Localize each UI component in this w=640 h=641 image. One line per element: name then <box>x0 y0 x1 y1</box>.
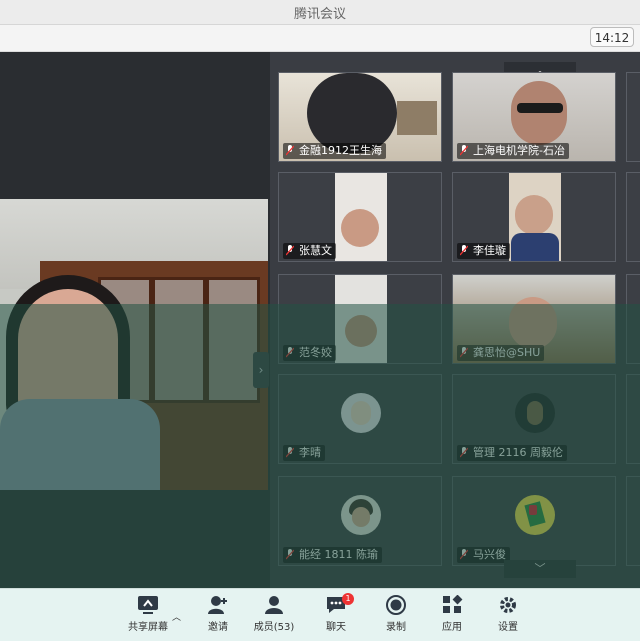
participant-name: 范冬姣 <box>299 346 332 359</box>
gallery-scroll-down-button[interactable]: ﹀ <box>504 560 576 578</box>
members-label: 成员(53) <box>253 622 295 633</box>
partial-participant-tile[interactable] <box>626 274 640 364</box>
chat-unread-badge: 1 <box>342 593 354 605</box>
record-icon <box>386 595 406 615</box>
participant-tile[interactable]: 上海电机学院-石冶 <box>452 72 616 162</box>
participant-tile[interactable]: 张慧文 <box>278 172 442 262</box>
title-bar: 腾讯会议 <box>0 0 640 25</box>
mic-muted-icon <box>460 347 468 358</box>
participant-name-label: 马兴俊 <box>457 547 510 563</box>
participant-figure <box>307 73 397 153</box>
partial-participant-tile[interactable] <box>626 72 640 162</box>
invite-icon <box>208 596 227 614</box>
main-speaker-video[interactable] <box>0 199 268 490</box>
share-screen-label: 共享屏幕 <box>128 622 168 633</box>
partial-participant-tile[interactable] <box>626 172 640 262</box>
gear-icon <box>500 597 516 613</box>
participant-figure <box>341 209 379 247</box>
meeting-toolbar: 共享屏幕 邀请 成员(53) 1 聊天 录制 应用 设置 <box>0 588 640 641</box>
participant-name: 上海电机学院-石冶 <box>473 144 565 157</box>
record-button[interactable]: 录制 <box>366 595 426 639</box>
participant-name: 龚思怡@SHU <box>473 346 541 359</box>
participant-name: 李佳璇 <box>473 244 506 257</box>
participant-name-label: 龚思怡@SHU <box>457 345 545 361</box>
mic-muted-icon <box>286 347 294 358</box>
collapse-gallery-button[interactable]: › <box>253 352 269 388</box>
share-options-caret[interactable]: ︿ <box>172 610 182 623</box>
participant-name-label: 管理 2116 周毅伦 <box>457 445 567 461</box>
mic-muted-icon <box>286 549 294 560</box>
participant-name-label: 李晴 <box>283 445 325 461</box>
participant-tile[interactable]: 金融1912王生海 <box>278 72 442 162</box>
meeting-time-badge: 14:12 <box>590 27 634 47</box>
partial-participant-tile[interactable] <box>626 476 640 566</box>
share-screen-button[interactable]: 共享屏幕 <box>118 595 178 639</box>
record-label: 录制 <box>386 622 406 633</box>
invite-button[interactable]: 邀请 <box>188 595 248 639</box>
video-shelf <box>397 101 437 135</box>
participant-tile[interactable]: 马兴俊 <box>452 476 616 566</box>
participant-name: 张慧文 <box>299 244 332 257</box>
participant-name: 马兴俊 <box>473 548 506 561</box>
invite-label: 邀请 <box>208 622 228 633</box>
participant-tile[interactable]: 管理 2116 周毅伦 <box>452 374 616 464</box>
participant-name-label: 上海电机学院-石冶 <box>457 143 569 159</box>
participant-name-label: 李佳璇 <box>457 243 510 259</box>
participant-figure <box>509 297 557 349</box>
participant-name-label: 能经 1811 陈瑜 <box>283 547 382 563</box>
video-cabinet-glass <box>206 277 260 403</box>
participant-tile[interactable]: 能经 1811 陈瑜 <box>278 476 442 566</box>
chat-button[interactable]: 1 聊天 <box>306 593 366 639</box>
mic-muted-icon <box>460 145 468 156</box>
participant-avatar <box>341 393 381 433</box>
participant-avatar <box>515 495 555 535</box>
members-icon <box>265 596 283 614</box>
participant-name-label: 范冬姣 <box>283 345 336 361</box>
participant-name: 能经 1811 陈瑜 <box>299 548 378 561</box>
settings-button[interactable]: 设置 <box>478 595 538 639</box>
apps-button[interactable]: 应用 <box>422 595 482 639</box>
top-bar: 14:12 <box>0 25 640 52</box>
chat-label: 聊天 <box>326 622 346 633</box>
participant-name: 管理 2116 周毅伦 <box>473 446 563 459</box>
participant-tile[interactable]: 龚思怡@SHU <box>452 274 616 364</box>
window-title: 腾讯会议 <box>293 7 346 22</box>
participant-tile[interactable]: 李佳璇 <box>452 172 616 262</box>
participant-name-label: 金融1912王生海 <box>283 143 386 159</box>
chevron-right-icon: › <box>258 363 264 377</box>
participant-name-label: 张慧文 <box>283 243 336 259</box>
participant-figure <box>515 195 553 235</box>
participant-tile[interactable]: 李晴 <box>278 374 442 464</box>
participant-avatar <box>341 495 381 535</box>
partial-participant-tile[interactable] <box>626 374 640 464</box>
members-button[interactable]: 成员(53) <box>244 595 304 639</box>
share-screen-icon <box>138 596 158 614</box>
chevron-down-icon: ﹀ <box>534 562 546 575</box>
mic-muted-icon <box>286 145 294 156</box>
apps-label: 应用 <box>442 622 462 633</box>
participant-name: 金融1912王生海 <box>299 144 382 157</box>
participant-figure <box>511 81 567 145</box>
apps-icon <box>443 595 463 613</box>
mic-muted-icon <box>460 447 468 458</box>
settings-label: 设置 <box>498 622 518 633</box>
mic-muted-icon <box>286 447 294 458</box>
participant-glasses <box>517 103 563 113</box>
participant-figure <box>345 315 377 347</box>
mic-muted-icon <box>460 245 468 256</box>
participant-tile[interactable]: 范冬姣 <box>278 274 442 364</box>
participant-shirt <box>511 233 559 261</box>
speaker-body <box>0 399 160 490</box>
video-cabinet-glass <box>152 277 206 403</box>
participant-avatar <box>515 393 555 433</box>
participant-gallery: ︿ 金融1912王生海 上海电机学院-石冶 张慧文 李佳璇 范冬姣 龚思怡@SH… <box>270 52 640 588</box>
participant-name: 李晴 <box>299 446 321 459</box>
mic-muted-icon <box>286 245 294 256</box>
mic-muted-icon <box>460 549 468 560</box>
